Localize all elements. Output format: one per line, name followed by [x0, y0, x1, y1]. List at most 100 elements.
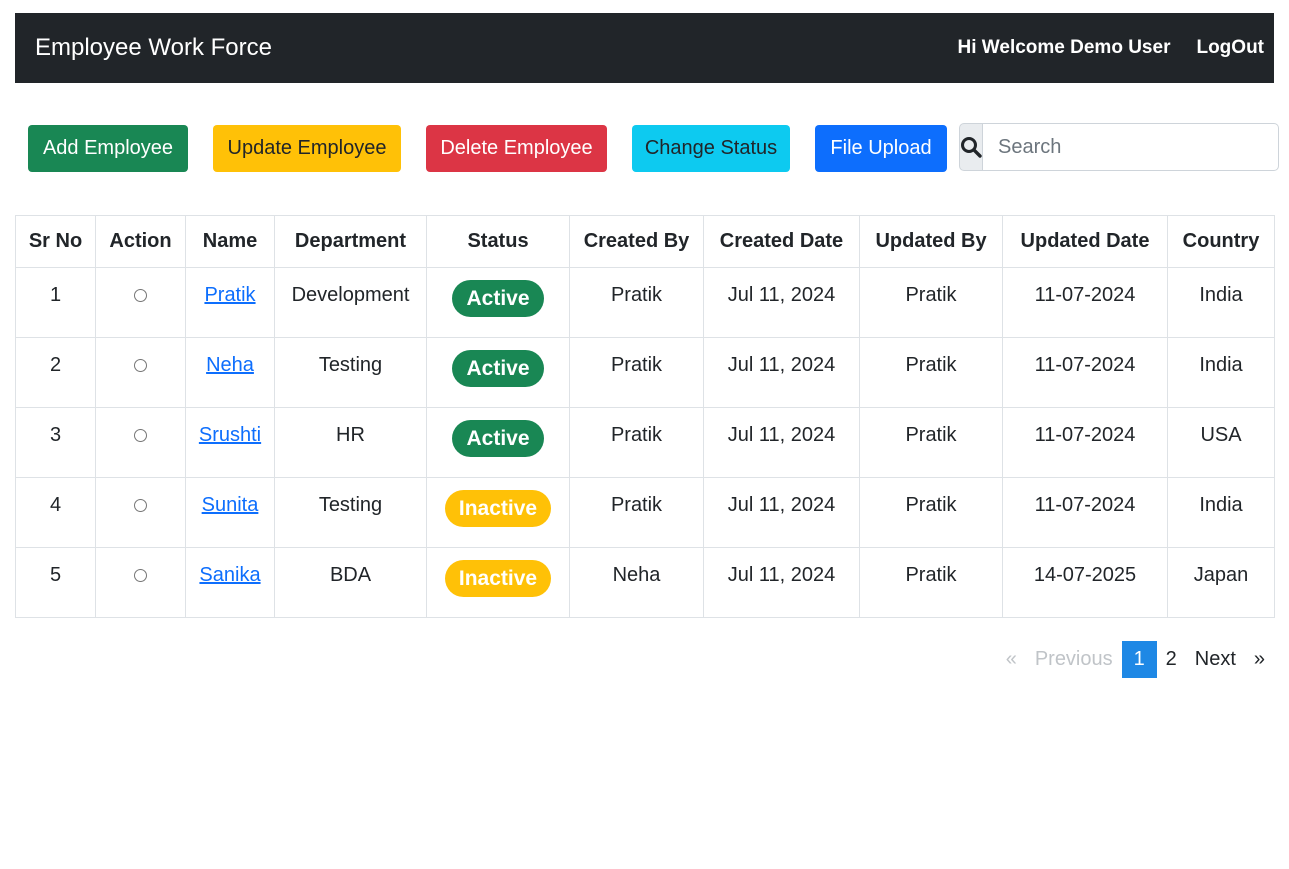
row-select-radio[interactable]: [134, 429, 147, 442]
cell-updated-date: 11-07-2024: [1002, 407, 1168, 478]
cell-created-date: Jul 11, 2024: [703, 267, 860, 338]
row-select-radio[interactable]: [134, 569, 147, 582]
cell-department: Testing: [274, 337, 427, 408]
cell-name: Pratik: [185, 267, 275, 338]
cell-department: HR: [274, 407, 427, 478]
cell-updated-by: Pratik: [859, 337, 1003, 408]
logout-link[interactable]: LogOut: [1196, 37, 1264, 59]
cell-department: Testing: [274, 477, 427, 548]
cell-status: Active: [426, 267, 570, 338]
cell-country: India: [1167, 477, 1275, 548]
first-page-chevron-icon: «: [1005, 648, 1017, 670]
top-navbar: Employee Work Force Hi Welcome Demo User…: [15, 13, 1274, 83]
cell-created-by: Pratik: [569, 477, 704, 548]
cell-status: Inactive: [426, 477, 570, 548]
table-row: 5 Sanika BDA Inactive Neha Jul 11, 2024 …: [15, 547, 1275, 618]
action-toolbar: Add Employee Update Employee Delete Empl…: [0, 123, 1289, 173]
cell-created-by: Neha: [569, 547, 704, 618]
cell-updated-by: Pratik: [859, 407, 1003, 478]
employee-name-link[interactable]: Neha: [206, 354, 254, 376]
cell-updated-by: Pratik: [859, 477, 1003, 548]
previous-page-button: Previous: [1034, 648, 1113, 670]
cell-country: USA: [1167, 407, 1275, 478]
cell-updated-date: 11-07-2024: [1002, 267, 1168, 338]
search-group: [959, 123, 1279, 171]
header-country: Country: [1167, 215, 1275, 268]
header-created-by: Created By: [569, 215, 704, 268]
cell-name: Sunita: [185, 477, 275, 548]
cell-sr-no: 5: [15, 547, 96, 618]
cell-updated-date: 11-07-2024: [1002, 337, 1168, 408]
header-name: Name: [185, 215, 275, 268]
next-page-button[interactable]: Next: [1186, 641, 1245, 678]
table-row: 1 Pratik Development Active Pratik Jul 1…: [15, 267, 1275, 338]
cell-created-date: Jul 11, 2024: [703, 547, 860, 618]
change-status-button[interactable]: Change Status: [632, 125, 790, 172]
cell-sr-no: 1: [15, 267, 96, 338]
row-select-radio[interactable]: [134, 499, 147, 512]
cell-sr-no: 2: [15, 337, 96, 408]
cell-sr-no: 3: [15, 407, 96, 478]
add-employee-button[interactable]: Add Employee: [28, 125, 188, 172]
cell-updated-by: Pratik: [859, 547, 1003, 618]
header-department: Department: [274, 215, 427, 268]
header-updated-date: Updated Date: [1002, 215, 1168, 268]
cell-country: India: [1167, 337, 1275, 408]
cell-action: [95, 407, 186, 478]
table-header-row: Sr No Action Name Department Status Crea…: [15, 215, 1275, 268]
cell-department: BDA: [274, 547, 427, 618]
table-row: 3 Srushti HR Active Pratik Jul 11, 2024 …: [15, 407, 1275, 478]
header-action: Action: [95, 215, 186, 268]
cell-updated-date: 14-07-2025: [1002, 547, 1168, 618]
table-row: 4 Sunita Testing Inactive Pratik Jul 11,…: [15, 477, 1275, 548]
pagination: « Previous 1 2 Next »: [997, 641, 1274, 678]
cell-country: Japan: [1167, 547, 1275, 618]
welcome-text: Hi Welcome Demo User: [957, 37, 1171, 58]
cell-sr-no: 4: [15, 477, 96, 548]
app-title: Employee Work Force: [35, 34, 272, 61]
header-updated-by: Updated By: [859, 215, 1003, 268]
file-upload-button[interactable]: File Upload: [815, 125, 947, 172]
cell-department: Development: [274, 267, 427, 338]
cell-status: Active: [426, 337, 570, 408]
cell-created-date: Jul 11, 2024: [703, 477, 860, 548]
cell-status: Inactive: [426, 547, 570, 618]
status-badge: Active: [452, 350, 544, 387]
search-icon[interactable]: [959, 123, 983, 171]
last-page-chevron-icon[interactable]: »: [1245, 641, 1274, 678]
cell-name: Srushti: [185, 407, 275, 478]
cell-action: [95, 337, 186, 408]
employee-name-link[interactable]: Srushti: [199, 424, 261, 446]
nav-right: Hi Welcome Demo User LogOut: [958, 37, 1274, 59]
cell-name: Sanika: [185, 547, 275, 618]
employee-name-link[interactable]: Sunita: [202, 494, 259, 516]
status-badge: Active: [452, 420, 544, 457]
cell-updated-date: 11-07-2024: [1002, 477, 1168, 548]
row-select-radio[interactable]: [134, 359, 147, 372]
status-badge: Active: [452, 280, 544, 317]
cell-created-by: Pratik: [569, 337, 704, 408]
page-2-button[interactable]: 2: [1157, 641, 1186, 678]
cell-created-date: Jul 11, 2024: [703, 337, 860, 408]
cell-action: [95, 267, 186, 338]
search-input[interactable]: [983, 123, 1279, 171]
cell-action: [95, 547, 186, 618]
delete-employee-button[interactable]: Delete Employee: [426, 125, 607, 172]
header-status: Status: [426, 215, 570, 268]
update-employee-button[interactable]: Update Employee: [213, 125, 401, 172]
employee-table: Sr No Action Name Department Status Crea…: [15, 215, 1275, 618]
employee-name-link[interactable]: Sanika: [199, 564, 260, 586]
cell-created-by: Pratik: [569, 407, 704, 478]
row-select-radio[interactable]: [134, 289, 147, 302]
table-row: 2 Neha Testing Active Pratik Jul 11, 202…: [15, 337, 1275, 408]
status-badge: Inactive: [444, 560, 552, 597]
cell-created-by: Pratik: [569, 267, 704, 338]
cell-status: Active: [426, 407, 570, 478]
cell-name: Neha: [185, 337, 275, 408]
status-badge: Inactive: [444, 490, 552, 527]
page-1-button[interactable]: 1: [1121, 641, 1157, 678]
cell-action: [95, 477, 186, 548]
header-sr-no: Sr No: [15, 215, 96, 268]
employee-name-link[interactable]: Pratik: [204, 284, 255, 306]
header-created-date: Created Date: [703, 215, 860, 268]
